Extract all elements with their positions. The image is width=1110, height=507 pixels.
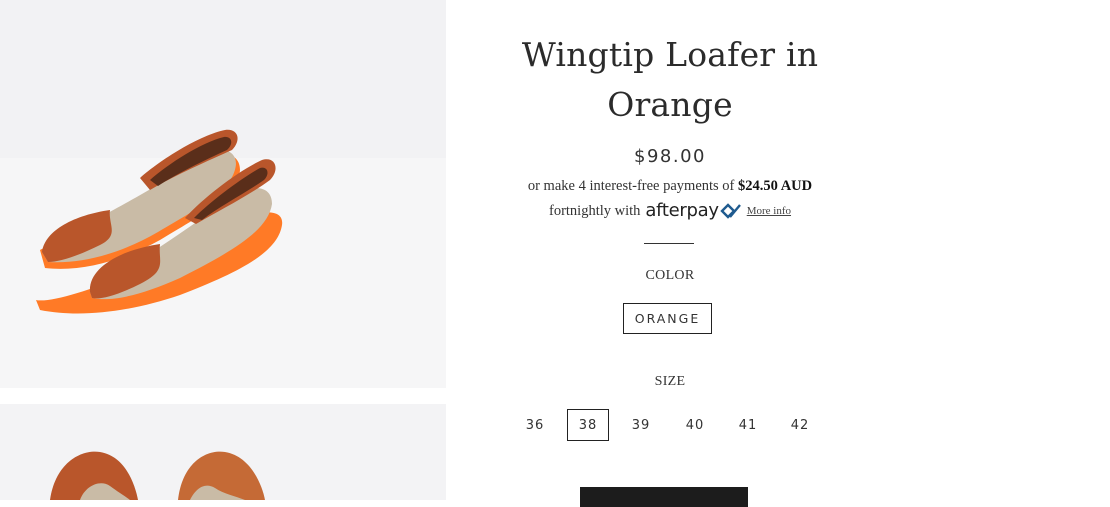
product-info: Wingtip Loafer in Orange $98.00 or make …	[446, 0, 894, 507]
installment-text: or make 4 interest-free payments of	[527, 178, 739, 194]
afterpay-more-info-link[interactable]: More info	[747, 201, 791, 221]
product-title: Wingtip Loafer in Orange	[446, 30, 894, 130]
size-option-38[interactable]: 38	[567, 409, 609, 441]
afterpay-row: fortnightly with afterpay More info	[446, 201, 894, 221]
product-gallery	[0, 0, 446, 500]
afterpay-arrows-icon	[720, 203, 741, 219]
color-label: COLOR	[645, 268, 695, 283]
product-title-line2: Orange	[607, 85, 733, 124]
divider	[644, 243, 694, 244]
product-title-line1: Wingtip Loafer in	[521, 35, 819, 74]
installment-text2: fortnightly with	[548, 203, 641, 219]
size-options: 36 38 39 40 41 42	[446, 409, 894, 441]
size-option-39[interactable]: 39	[620, 409, 662, 441]
size-option-36[interactable]: 36	[514, 409, 556, 441]
installment-amount: $24.50 AUD	[738, 178, 813, 194]
afterpay-wordmark: afterpay	[645, 200, 719, 221]
product-price: $98.00	[634, 146, 706, 167]
add-to-cart-button[interactable]	[580, 487, 748, 507]
afterpay-logo: afterpay	[645, 201, 741, 221]
size-option-41[interactable]: 41	[727, 409, 769, 441]
shoe-pair-side-photo	[0, 0, 446, 388]
shoe-pair-top-photo	[0, 404, 446, 500]
size-label: SIZE	[654, 374, 686, 389]
size-option-42[interactable]: 42	[779, 409, 821, 441]
product-image-main[interactable]	[0, 0, 446, 388]
size-option-40[interactable]: 40	[674, 409, 716, 441]
product-image-secondary[interactable]	[0, 404, 446, 500]
installment-info: or make 4 interest-free payments of $24.…	[446, 177, 894, 195]
color-option-orange[interactable]: ORANGE	[623, 303, 712, 334]
